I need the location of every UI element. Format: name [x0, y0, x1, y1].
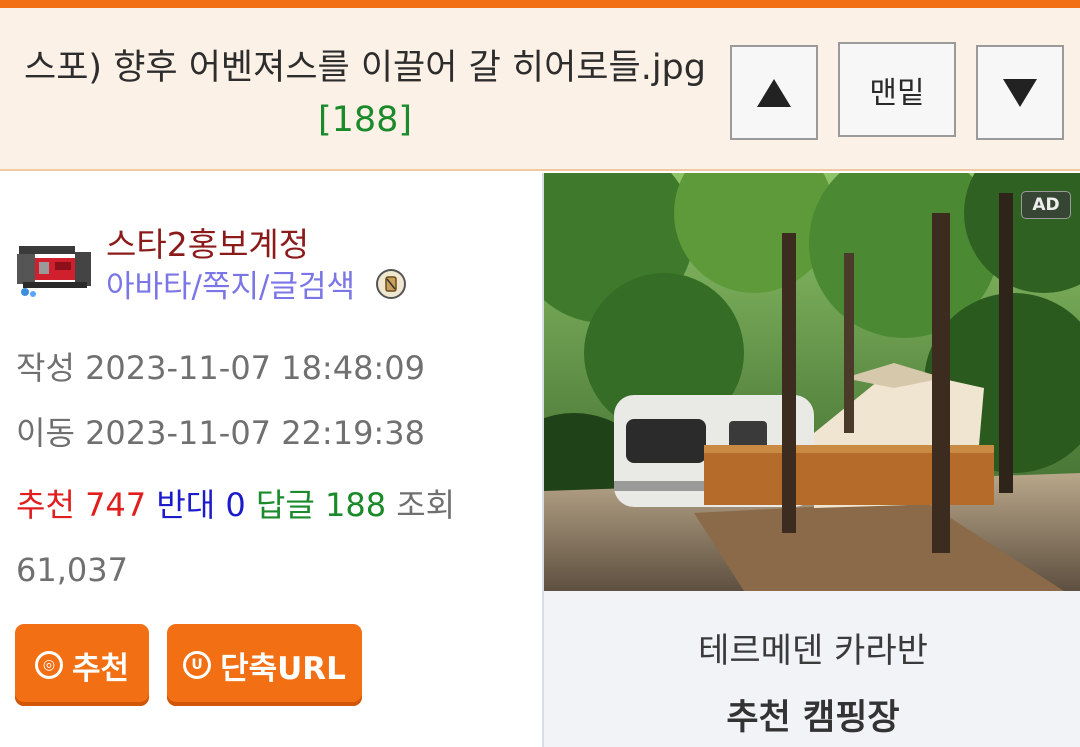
- ad-banner[interactable]: AD 테르메덴 카라반 추천 캠핑장: [542, 173, 1080, 747]
- scroll-down-button[interactable]: [976, 45, 1064, 140]
- view-label: 조회: [396, 486, 456, 524]
- post-title[interactable]: 스포) 향후 어벤져스를 이끌어 갈 히어로들.jpg [188]: [20, 42, 710, 146]
- ad-subcaption[interactable]: 추천 캠핑장: [544, 689, 1080, 740]
- post-info-panel: 스타2홍보계정 아바타/쪽지/글검색 작성 2023-11-07 18:48:0…: [0, 173, 542, 747]
- post-stats: 추천 747 반대 0 답글 188 조회 61,037: [16, 473, 526, 603]
- created-datetime: 작성 2023-11-07 18:48:09: [16, 343, 425, 389]
- oppose-label: 반대: [156, 486, 216, 524]
- short-url-icon: U: [183, 651, 212, 679]
- recommend-button-label: 추천: [71, 650, 130, 687]
- ad-caption[interactable]: 테르메덴 카라반: [544, 623, 1080, 672]
- comment-count: [188]: [317, 100, 413, 140]
- created-label: 작성: [16, 349, 75, 387]
- go-bottom-button[interactable]: 맨밑: [838, 42, 956, 137]
- author-nickname[interactable]: 스타2홍보계정: [106, 218, 309, 266]
- triangle-up-icon: [757, 78, 791, 107]
- recommend-count: 747: [85, 486, 147, 524]
- recommend-icon: ◎: [34, 651, 63, 679]
- recommend-label: 추천: [16, 486, 75, 524]
- avatar[interactable]: [15, 236, 93, 298]
- recommend-button[interactable]: ◎ 추천: [15, 624, 149, 706]
- moved-value: 2023-11-07 22:19:38: [85, 414, 425, 452]
- moved-datetime: 이동 2023-11-07 22:19:38: [16, 408, 425, 454]
- author-links[interactable]: 아바타/쪽지/글검색: [106, 261, 355, 306]
- view-count: 61,037: [16, 551, 128, 589]
- oppose-count: 0: [225, 486, 246, 524]
- ad-image[interactable]: [544, 173, 1080, 591]
- created-value: 2023-11-07 18:48:09: [85, 349, 425, 387]
- post-title-text: 스포) 향후 어벤져스를 이끌어 갈 히어로들.jpg: [24, 48, 706, 88]
- top-accent-stripe: [0, 0, 1080, 8]
- reply-label: 답글: [255, 486, 315, 524]
- ad-tag: AD: [1021, 191, 1071, 219]
- moved-label: 이동: [16, 414, 75, 452]
- short-url-button-label: 단축URL: [220, 650, 346, 687]
- short-url-button[interactable]: U 단축URL: [167, 624, 362, 706]
- triangle-down-icon: [1003, 78, 1037, 107]
- reply-count: 188: [324, 486, 387, 524]
- scroll-up-button[interactable]: [730, 45, 818, 140]
- post-header: 스포) 향후 어벤져스를 이끌어 갈 히어로들.jpg [188] 맨밑: [0, 8, 1080, 171]
- member-badge-icon: [376, 269, 406, 299]
